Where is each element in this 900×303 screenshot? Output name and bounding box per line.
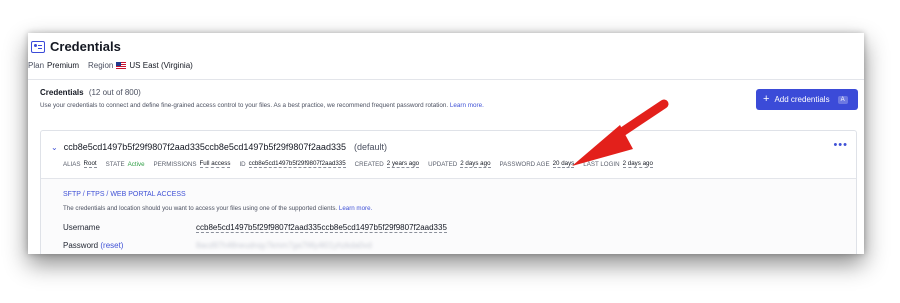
annotation-arrow bbox=[572, 99, 669, 166]
